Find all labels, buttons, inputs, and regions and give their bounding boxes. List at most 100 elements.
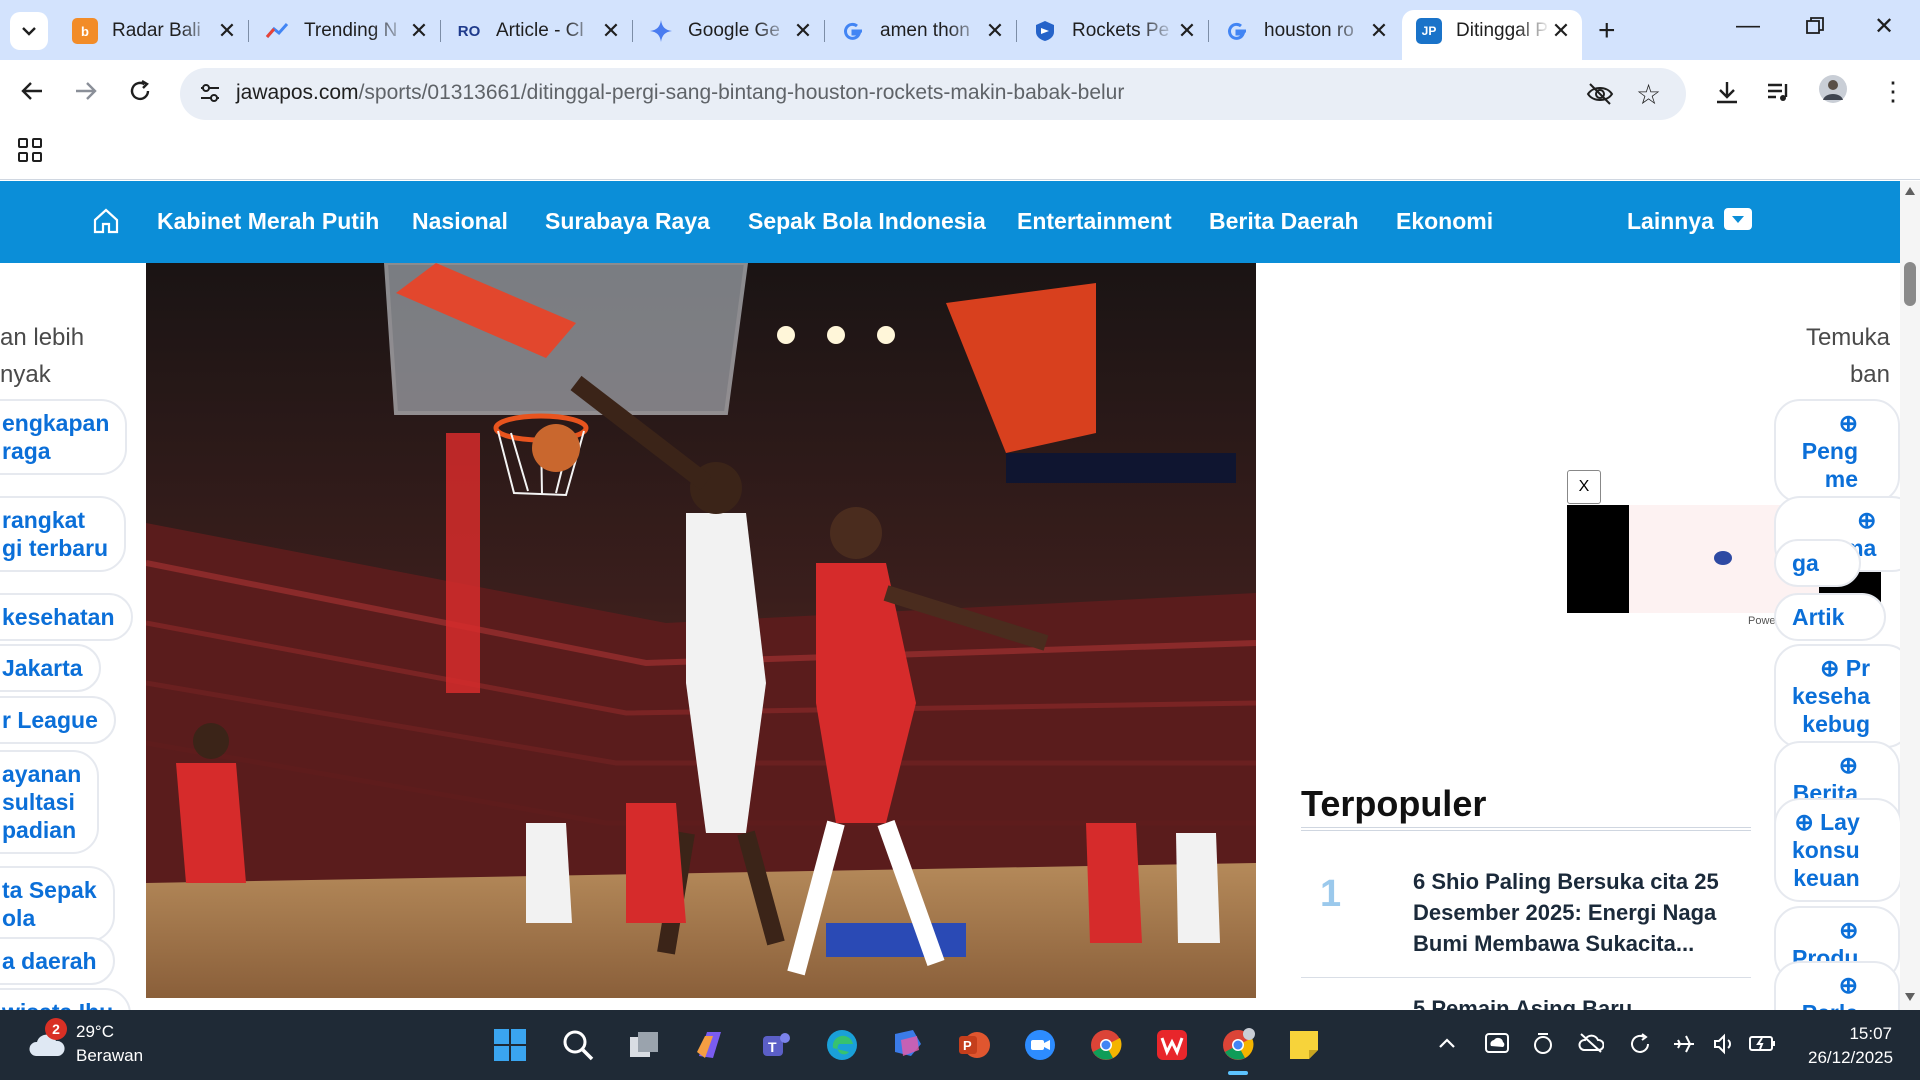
refresh-sync-icon[interactable] [1628, 1032, 1652, 1062]
weather-temperature[interactable]: 29°C [76, 1022, 114, 1042]
nav-nasional[interactable]: Nasional [412, 208, 508, 235]
cloud-off-icon[interactable] [1578, 1032, 1605, 1060]
tab-google-search-2[interactable]: houston ro ✕ [1210, 10, 1400, 52]
right-sidebar-heading: Temuka ban [1805, 324, 1890, 388]
google-favicon-icon [840, 18, 866, 44]
chevron-up-icon[interactable] [1438, 1032, 1456, 1055]
close-tab-icon[interactable]: ✕ [1368, 18, 1390, 44]
close-tab-icon[interactable]: ✕ [1550, 18, 1572, 44]
edge-icon[interactable] [824, 1027, 860, 1063]
nav-sepak-bola-indonesia[interactable]: Sepak Bola Indonesia [748, 208, 986, 235]
window-close-icon[interactable]: ✕ [1874, 12, 1894, 41]
media-control-icon[interactable] [1766, 80, 1792, 113]
m365-icon[interactable] [890, 1027, 926, 1063]
sticky-notes-icon[interactable] [1286, 1027, 1322, 1063]
popular-headline[interactable]: 6 Shio Paling Bersuka cita 25 Desember 2… [1413, 866, 1743, 959]
home-icon[interactable] [92, 207, 120, 235]
address-bar[interactable]: jawapos.com/sports/01313661/ditinggal-pe… [180, 68, 1686, 120]
nav-entertainment[interactable]: Entertainment [1017, 208, 1172, 235]
nav-lainnya[interactable]: Lainnya [1627, 208, 1714, 235]
ad-logo-icon [1714, 551, 1732, 565]
more-menu-icon[interactable]: ⋮ [1880, 76, 1906, 107]
tab-article[interactable]: RO Article - Cl ✕ [442, 10, 633, 52]
system-clock[interactable]: 15:07 26/12/2025 [1808, 1022, 1894, 1070]
browser-toolbar: jawapos.com/sports/01313661/ditinggal-pe… [0, 60, 1920, 128]
chrome-profile-icon[interactable] [1220, 1027, 1256, 1075]
tab-google-gemini[interactable]: Google Ge ✕ [634, 10, 825, 52]
tracking-protection-icon[interactable] [1586, 80, 1614, 113]
onedrive-icon[interactable] [1484, 1032, 1510, 1060]
profile-avatar[interactable] [1818, 74, 1848, 111]
start-icon[interactable] [492, 1027, 528, 1063]
nav-surabaya-raya[interactable]: Surabaya Raya [545, 208, 710, 235]
tab-trending[interactable]: Trending N ✕ [250, 10, 441, 52]
right-pill[interactable]: ⊕ Perle k [1774, 961, 1900, 1010]
left-pill[interactable]: rangkat gi terbaru [0, 496, 127, 572]
volume-icon[interactable] [1712, 1032, 1736, 1062]
left-pill[interactable]: engkapan raga [0, 399, 128, 475]
nav-ekonomi[interactable]: Ekonomi [1396, 208, 1493, 235]
battery-icon[interactable] [1748, 1032, 1776, 1060]
left-pill[interactable]: ta Sepak ola [0, 866, 115, 942]
url-text[interactable]: jawapos.com/sports/01313661/ditinggal-pe… [236, 81, 1124, 105]
close-tab-icon[interactable]: ✕ [408, 18, 430, 44]
close-tab-icon[interactable]: ✕ [600, 18, 622, 44]
tab-rockets[interactable]: Rockets Pe ✕ [1018, 10, 1209, 52]
close-tab-icon[interactable]: ✕ [216, 18, 238, 44]
left-pill[interactable]: Jakarta [0, 644, 101, 692]
weather-condition[interactable]: Berawan [76, 1046, 143, 1066]
back-icon[interactable] [20, 78, 44, 110]
clock-time: 15:07 [1849, 1024, 1892, 1043]
tab-ditinggal-active[interactable]: JP Ditinggal P ✕ [1402, 10, 1582, 60]
chrome-icon[interactable] [1088, 1027, 1124, 1063]
restore-icon[interactable] [1806, 14, 1824, 42]
left-pill[interactable]: kesehatan [0, 593, 133, 641]
site-settings-icon[interactable] [198, 81, 222, 105]
left-sidebar: an lebih nyak engkapan raga rangkat gi t… [0, 263, 140, 1010]
tab-google-search-1[interactable]: amen thon ✕ [826, 10, 1017, 52]
tab-strip: b Radar Bali ✕ Trending N ✕ RO Article -… [0, 0, 1920, 60]
article-favicon-icon: RO [457, 22, 481, 40]
right-sidebar: Temuka ban ⊕ Peng me ⊕ Informa ga Artik … [1770, 263, 1900, 1010]
right-pill[interactable]: ga [1774, 539, 1861, 587]
teams-icon[interactable]: T [758, 1027, 794, 1063]
forward-icon[interactable] [74, 78, 98, 110]
left-pill[interactable]: wisata Ibu D [0, 988, 132, 1010]
right-pill[interactable]: Artik [1774, 593, 1887, 641]
left-pill[interactable]: ayanan sultasi padian [0, 750, 100, 854]
scrollbar-thumb[interactable] [1904, 262, 1916, 306]
scroll-up-icon[interactable] [1905, 187, 1915, 195]
clock-date: 26/12/2025 [1808, 1048, 1894, 1067]
close-tab-icon[interactable]: ✕ [984, 18, 1006, 44]
left-pill[interactable]: r League [0, 696, 116, 744]
airplane-mode-icon[interactable] [1672, 1032, 1696, 1062]
nav-berita-daerah[interactable]: Berita Daerah [1209, 208, 1359, 235]
powerpoint-icon[interactable]: P [956, 1027, 992, 1063]
minimize-icon[interactable]: — [1736, 12, 1760, 40]
ad-close-button[interactable]: X [1567, 470, 1601, 504]
right-pill[interactable]: ⊕ Lay konsu keuan [1774, 798, 1900, 902]
copilot-icon[interactable] [692, 1027, 728, 1063]
sync-status-icon[interactable] [1532, 1032, 1554, 1060]
tab-search-button[interactable] [10, 12, 48, 50]
zoom-icon[interactable] [1022, 1027, 1058, 1063]
new-tab-button[interactable]: + [1598, 14, 1616, 48]
left-pill[interactable]: a daerah [0, 937, 115, 985]
caret-down-icon[interactable] [1724, 208, 1752, 230]
reload-icon[interactable] [128, 78, 152, 110]
scroll-down-icon[interactable] [1905, 993, 1915, 1001]
tab-title: amen thon [880, 20, 970, 41]
search-icon[interactable] [560, 1027, 596, 1063]
popular-headline[interactable]: 5 Pemain Asing Baru [1413, 993, 1743, 1010]
close-tab-icon[interactable]: ✕ [1176, 18, 1198, 44]
apps-grid-icon[interactable] [18, 138, 42, 162]
nav-kabinet-merah-putih[interactable]: Kabinet Merah Putih [157, 208, 379, 235]
tab-radar-bali[interactable]: b Radar Bali ✕ [58, 10, 249, 52]
wps-office-icon[interactable] [1154, 1027, 1190, 1063]
right-pill[interactable]: ⊕ Peng me [1774, 399, 1900, 503]
task-view-icon[interactable] [626, 1027, 662, 1063]
download-icon[interactable] [1714, 80, 1740, 113]
bookmark-star-icon[interactable]: ☆ [1636, 78, 1661, 111]
close-tab-icon[interactable]: ✕ [792, 18, 814, 44]
right-pill[interactable]: ⊕ Pr keseha kebug [1774, 644, 1900, 748]
